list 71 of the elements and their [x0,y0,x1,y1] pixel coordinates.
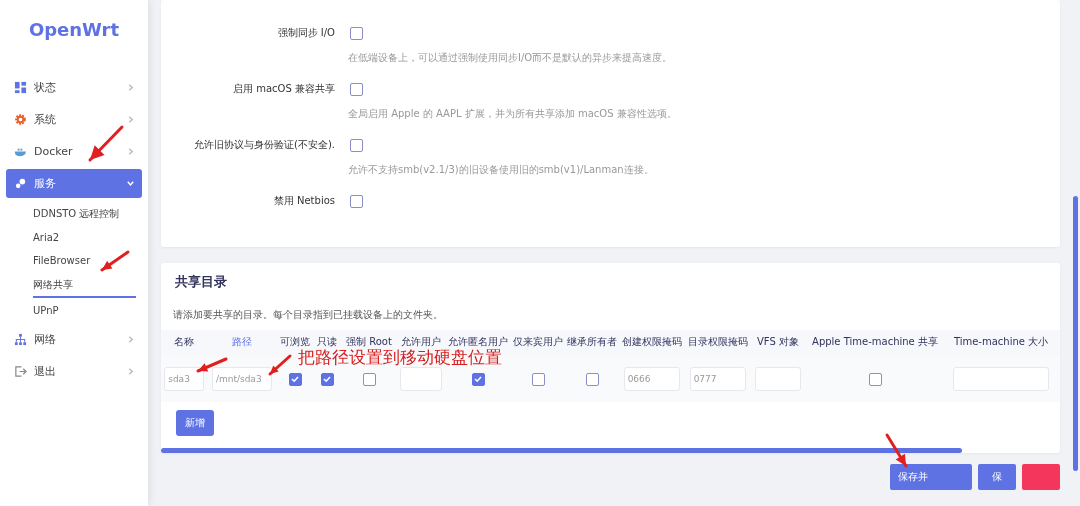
option-description: 允许不支持smb(v2.1/3)的旧设备使用旧的smb(v1)/Lanman连接。 [348,163,655,177]
option-label: 启用 macOS 兼容共享 [232,82,335,96]
checkbox[interactable] [362,372,376,386]
section-title: 共享目录 [174,273,228,291]
checkbox[interactable] [350,26,363,40]
option-label: 强制同步 I/O [276,26,335,40]
logout-icon [14,365,27,378]
chevron-right-icon [126,147,135,156]
option-description: 全局启用 Apple 的 AAPL 扩展，并为所有共享添加 macOS 兼容性选项。 [348,107,678,121]
add-button[interactable]: 新增 [176,410,214,436]
sidebar-item[interactable]: 系统 [6,105,142,134]
column-header: 允许匿名用户 [448,335,508,349]
grid-icon [14,81,27,94]
column-header: Time-machine 大小 [953,335,1049,349]
logo-text: OpenWrt [27,19,121,40]
option-label: 禁用 Netbios [272,194,335,208]
gears-icon [14,177,27,190]
submenu-item[interactable]: Aria2 [33,227,136,251]
annotation-arrow [88,125,124,162]
horizontal-scrollbar[interactable] [161,448,962,453]
checkbox[interactable] [868,372,882,386]
network-icon [14,333,27,346]
column-header: VFS 对象 [757,335,799,349]
column-header: 创建权限掩码 [622,335,682,349]
annotation-arrow [268,354,292,376]
column-header-link[interactable]: 路径 [232,335,252,349]
gear-icon [14,113,27,126]
column-header: 仅来宾用户 [513,335,563,349]
column-header: 只读 [317,335,337,349]
chevron-right-icon [126,115,135,124]
column-header: 目录权限掩码 [688,335,748,349]
checkbox[interactable] [585,372,599,386]
save-button[interactable]: 保存并 [890,464,972,490]
submenu-item[interactable]: 网络共享 [33,274,136,298]
section-description: 请添加要共享的目录。每个目录指到已挂载设备上的文件夹。 [172,308,444,322]
column-header: 允许用户 [401,335,441,349]
chevron-down-icon [126,179,135,188]
sidebar-item[interactable]: 服务 [6,169,142,198]
vertical-scrollbar[interactable] [1073,196,1078,471]
chevron-right-icon [126,335,135,344]
sidebar-item[interactable]: Docker [6,137,142,166]
column-header: Apple Time-machine 共享 [812,335,938,349]
submenu-item[interactable]: DDNSTO 远程控制 [33,204,136,228]
sidebar-item[interactable]: 网络 [6,325,142,354]
annotation-arrow [196,357,228,373]
option-description: 在低端设备上，可以通过强制使用同步I/O而不是默认的异步来提高速度。 [348,51,674,65]
checkbox[interactable] [288,372,302,386]
chevron-right-icon [126,83,135,92]
option-label: 允许旧协议与身份验证(不安全). [193,138,335,152]
save-button[interactable]: 保 [978,464,1016,490]
checkbox[interactable] [350,194,363,208]
submenu-item[interactable]: UPnP [33,300,136,324]
text-field[interactable] [400,367,442,391]
checkbox[interactable] [471,372,485,386]
text-field[interactable] [952,367,1050,391]
column-header: 强制 Root [346,335,392,349]
annotation-text: 把路径设置到移动硬盘位置 [298,347,502,367]
annotation-arrow [100,250,130,272]
checkbox[interactable] [320,372,334,386]
checkbox[interactable] [531,372,545,386]
column-header: 继承所有者 [567,335,617,349]
chevron-right-icon [126,367,135,376]
column-header: 可浏览 [280,335,310,349]
column-header: 名称 [174,335,194,349]
checkbox[interactable] [350,138,363,152]
submenu-item[interactable]: FileBrowser [33,251,136,275]
checkbox[interactable] [350,82,363,96]
sidebar-item[interactable]: 状态 [6,73,142,102]
annotation-arrow [885,433,908,468]
text-field[interactable] [754,367,802,391]
sidebar-item[interactable]: 退出 [6,357,142,386]
